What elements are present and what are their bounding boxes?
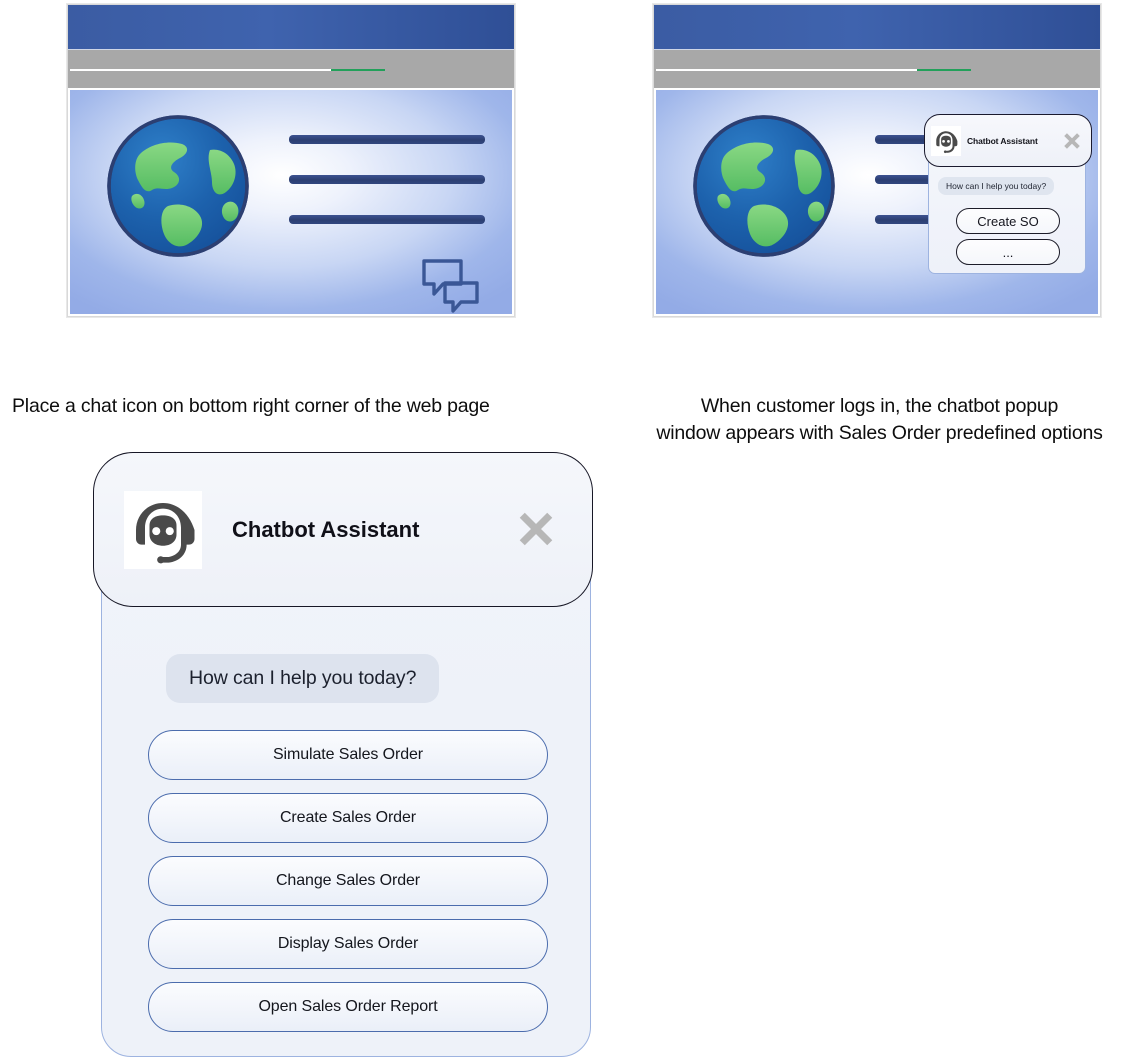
toolbar-green-accent — [331, 69, 385, 71]
close-icon[interactable] — [1061, 130, 1083, 152]
browser-mockup-left — [67, 4, 515, 317]
option-display-sales-order[interactable]: Display Sales Order — [148, 919, 548, 969]
browser-title-bar — [68, 5, 514, 50]
content-line-2 — [289, 175, 485, 184]
chatbot-assistant-panel: Chatbot Assistant How can I help you tod… — [93, 452, 593, 1057]
option-simulate-sales-order[interactable]: Simulate Sales Order — [148, 730, 548, 780]
chatbot-popup-mini-header: Chatbot Assistant — [924, 114, 1092, 167]
caption-right-line2: window appears with Sales Order predefin… — [656, 422, 1103, 444]
option-change-sales-order[interactable]: Change Sales Order — [148, 856, 548, 906]
content-line-1 — [289, 135, 485, 144]
browser-toolbar — [68, 50, 514, 88]
browser-page-content — [68, 88, 514, 316]
chatbot-panel-title: Chatbot Assistant — [232, 516, 420, 542]
option-create-sales-order[interactable]: Create Sales Order — [148, 793, 548, 843]
chatbot-panel-header: Chatbot Assistant — [93, 452, 593, 607]
caption-right-line1: When customer logs in, the chatbot popup — [700, 395, 1059, 417]
chatbot-popup-mini: Chatbot Assistant How can I help you tod… — [924, 114, 1092, 274]
chatbot-popup-mini-title: Chatbot Assistant — [967, 135, 1038, 146]
browser-mockup-right: Chatbot Assistant How can I help you tod… — [653, 4, 1101, 317]
toolbar-green-accent-right — [917, 69, 971, 71]
chatbot-option-list: Simulate Sales Order Create Sales Order … — [148, 730, 548, 1032]
chatbot-popup-mini-option-create-so[interactable]: Create SO — [956, 208, 1060, 234]
globe-icon-right — [693, 115, 835, 257]
chatbot-greeting-bubble: How can I help you today? — [166, 654, 440, 703]
option-open-sales-order-report[interactable]: Open Sales Order Report — [148, 982, 548, 1032]
chat-bubbles-icon[interactable] — [419, 256, 483, 316]
chatbot-popup-mini-option-more[interactable]: ... — [956, 239, 1060, 265]
browser-page-content-right: Chatbot Assistant How can I help you tod… — [654, 88, 1100, 316]
chatbot-popup-mini-greeting: How can I help you today? — [938, 177, 1055, 195]
content-line-3 — [289, 215, 485, 224]
browser-title-bar-right — [654, 5, 1100, 50]
caption-left: Place a chat icon on bottom right corner… — [12, 395, 490, 417]
browser-toolbar-right — [654, 50, 1100, 88]
globe-icon — [107, 115, 249, 257]
bot-avatar-icon — [124, 490, 202, 569]
close-icon[interactable] — [514, 507, 560, 553]
url-bar-line — [70, 69, 347, 71]
bot-avatar-icon — [931, 125, 961, 156]
url-bar-line-right — [656, 69, 933, 71]
